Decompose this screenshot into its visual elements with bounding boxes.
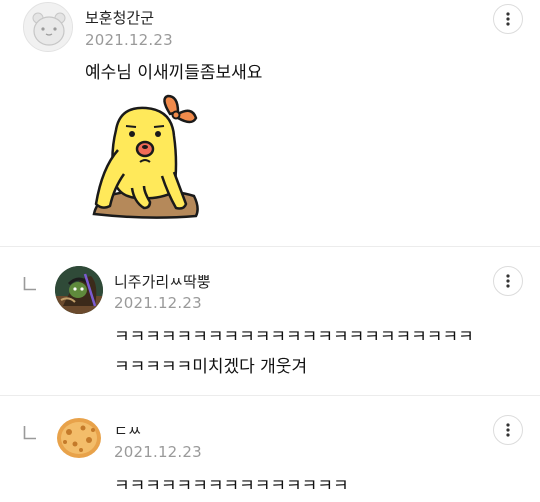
comment-date: 2021.12.23: [114, 294, 202, 312]
avatar[interactable]: [55, 414, 103, 462]
comment-username[interactable]: ㄷㅆ: [114, 420, 142, 441]
comment-date: 2021.12.23: [114, 443, 202, 461]
comment-date: 2021.12.23: [85, 31, 173, 49]
more-vertical-icon: [506, 274, 510, 288]
comment-item: 보훈청간군 2021.12.23 예수님 이새끼들좀보새요: [0, 0, 540, 246]
reply-item: ㄷㅆ 2021.12.23 ㅋㅋㅋㅋㅋㅋㅋㅋㅋㅋㅋㅋㅋㅋㅋ: [0, 396, 540, 497]
comment-sticker: [88, 92, 203, 224]
comment-text-line: ㅋㅋㅋㅋㅋㅋㅋㅋㅋㅋㅋㅋㅋㅋㅋㅋㅋㅋㅋㅋㅋㅋㅋ: [114, 327, 474, 347]
character-avatar-icon: [55, 266, 103, 314]
reply-arrow-icon: [23, 426, 36, 440]
more-vertical-icon: [506, 12, 510, 26]
avatar[interactable]: [23, 2, 73, 52]
comment-username[interactable]: 니주가리ㅆ딱뿡: [114, 271, 211, 292]
default-profile-icon: [24, 3, 72, 51]
reply-item: 니주가리ㅆ딱뿡 2021.12.23 ㅋㅋㅋㅋㅋㅋㅋㅋㅋㅋㅋㅋㅋㅋㅋㅋㅋㅋㅋㅋㅋ…: [0, 247, 540, 395]
comment-text-line: ㅋㅋㅋㅋㅋ미치겠다 개웃겨: [114, 357, 308, 377]
more-options-button[interactable]: [493, 415, 523, 445]
yellow-bird-sticker-icon: [92, 94, 199, 219]
comment-text-line: ㅋㅋㅋㅋㅋㅋㅋㅋㅋㅋㅋㅋㅋㅋㅋ: [114, 476, 349, 496]
more-options-button[interactable]: [493, 4, 523, 34]
more-vertical-icon: [506, 423, 510, 437]
reply-arrow-icon: [23, 277, 36, 291]
comment-username[interactable]: 보훈청간군: [85, 7, 154, 28]
comment-text: 예수님 이새끼들좀보새요: [85, 63, 263, 83]
avatar[interactable]: [55, 266, 103, 314]
cookie-avatar-icon: [55, 414, 103, 462]
more-options-button[interactable]: [493, 266, 523, 296]
